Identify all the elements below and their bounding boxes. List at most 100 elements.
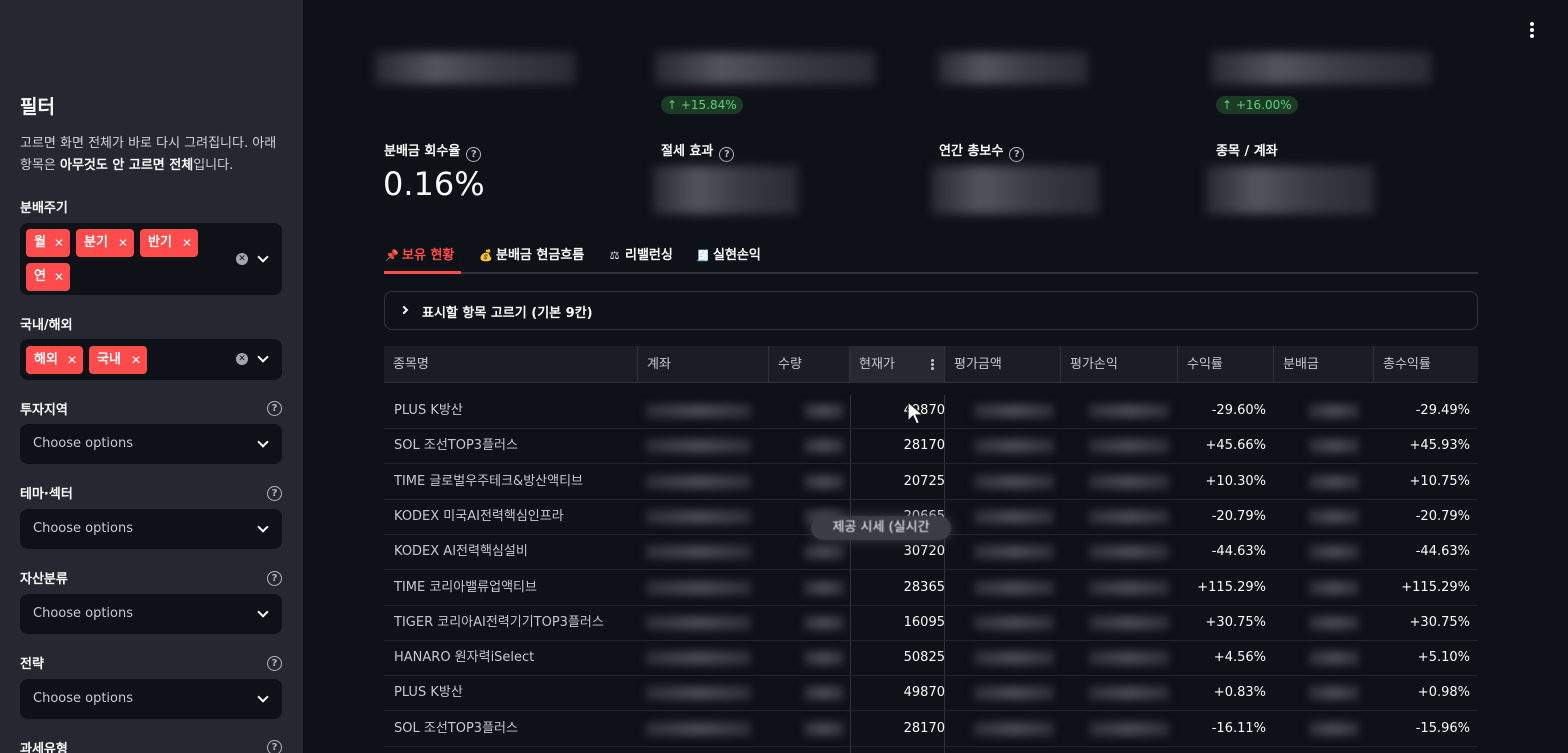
help-icon[interactable]: ? — [267, 401, 282, 416]
tab-holdings[interactable]: 📌 보유 현황 — [385, 244, 454, 263]
help-icon[interactable]: ? — [719, 147, 735, 162]
blurred-cell — [646, 721, 751, 736]
chip-month[interactable]: 월 ✕ — [26, 229, 70, 257]
blurred-cell — [1309, 404, 1359, 418]
chevron-down-icon[interactable] — [257, 351, 269, 363]
blurred-cell — [646, 404, 751, 418]
chevron-down-icon[interactable] — [257, 521, 269, 533]
filter-asset-select[interactable]: Choose options — [20, 594, 282, 634]
table-row[interactable]: TIME 코리아밸류업액티브 28365 +115.29% +115.29% — [384, 570, 1478, 606]
chip-year[interactable]: 연 ✕ — [26, 263, 70, 291]
column-menu-icon[interactable] — [931, 359, 934, 370]
help-icon[interactable]: ? — [267, 571, 282, 586]
cell-yield: -29.60% — [1211, 403, 1266, 418]
blurred-cell — [804, 404, 844, 418]
tab-cashflow[interactable]: 💰 분배금 현금흐름 — [479, 244, 584, 263]
blurred-cell — [804, 721, 844, 736]
chip-overseas[interactable]: 해외 ✕ — [26, 346, 83, 374]
table-row[interactable]: TIGER 코리아AI전력기기TOP3플러스 16095 +30.75% +30.75… — [384, 605, 1478, 641]
table-row[interactable]: SOL 조선TOP3플러스 28170 -16.11% -15.96% — [384, 711, 1478, 747]
expander-label: 표시할 항목 고르기 (기본 9칸) — [422, 306, 593, 321]
select-placeholder: Choose options — [33, 436, 134, 451]
cell-yield: +30.75% — [1205, 614, 1266, 630]
tab-active-indicator — [384, 271, 461, 274]
chip-remove-icon[interactable]: ✕ — [131, 346, 141, 374]
blurred-cell — [646, 615, 751, 630]
chevron-down-icon[interactable] — [257, 436, 269, 448]
col-header-price[interactable]: 현재가 — [850, 346, 945, 383]
col-header-dividend[interactable]: 분배금 — [1274, 346, 1374, 383]
help-icon[interactable]: ? — [1009, 147, 1025, 162]
help-icon[interactable]: ? — [267, 740, 282, 753]
metric-count-label: 종목 / 계좌 — [1216, 144, 1278, 159]
filter-period-label: 분배주기 — [20, 201, 68, 216]
blurred-cell — [974, 474, 1054, 489]
table-row[interactable]: SOL 조선TOP3플러스 28170 +45.66% +45.93% — [384, 428, 1478, 465]
blurred-cell — [1089, 686, 1169, 701]
blurred-cell — [1309, 439, 1359, 454]
clear-icon[interactable]: ✕ — [236, 353, 248, 365]
col-header-qty[interactable]: 수량 — [769, 346, 850, 383]
cell-yield: -20.79% — [1211, 508, 1266, 524]
filter-region-select[interactable]: 해외 ✕ 국내 ✕ ✕ — [20, 339, 282, 380]
table-header: 종목명 계좌 수량 현재가 평가금액 평가손익 수익률 분배금 총수익률 — [384, 346, 1478, 383]
chip-half[interactable]: 반기 ✕ — [140, 229, 198, 257]
col-header-yield[interactable]: 수익률 — [1178, 346, 1274, 383]
filter-period-select[interactable]: 월 ✕ 분기 ✕ 반기 ✕ 연 ✕ ✕ — [20, 223, 282, 295]
chevron-down-icon[interactable] — [257, 691, 269, 703]
col-header-name[interactable]: 종목명 — [384, 346, 638, 383]
cell-total: -20.79% — [1415, 508, 1470, 524]
col-header-total[interactable]: 총수익률 — [1374, 346, 1478, 383]
filter-strategy-label: 전략 — [20, 657, 44, 672]
chip-remove-icon[interactable]: ✕ — [67, 346, 77, 374]
cell-price: 49870 — [903, 403, 945, 418]
chip-quarter[interactable]: 분기 ✕ — [76, 229, 134, 257]
chip-remove-icon[interactable]: ✕ — [182, 229, 192, 257]
cell-price: 20725 — [903, 473, 945, 489]
chip-remove-icon[interactable]: ✕ — [118, 229, 128, 257]
col-header-account[interactable]: 계좌 — [638, 346, 769, 383]
table-row[interactable]: PLUS K방산 49870 +0.83% +0.98% — [384, 675, 1478, 712]
help-icon[interactable]: ? — [267, 656, 282, 671]
table-row[interactable]: HANARO 원자력iSelect 50825 +4.56% +5.10% — [384, 640, 1478, 677]
blurred-cell — [646, 580, 751, 595]
cell-yield: +115.29% — [1197, 579, 1266, 595]
blurred-cell — [804, 580, 844, 595]
chip-remove-icon[interactable]: ✕ — [54, 229, 64, 257]
blurred-cell — [974, 545, 1054, 560]
table-row[interactable]: PLUS K방산 49870 -29.60% -29.49% — [384, 393, 1478, 429]
cell-total: +115.29% — [1401, 579, 1470, 595]
cell-price: 16095 — [903, 614, 945, 630]
filter-invest-region-select[interactable]: Choose options — [20, 424, 282, 464]
cell-name: PLUS K방산 — [394, 685, 463, 701]
help-icon[interactable]: ? — [267, 486, 282, 501]
tab-realized-pnl[interactable]: 🧾 실현손익 — [696, 244, 761, 263]
tab-rebalancing[interactable]: ⚖ 리밸런싱 — [608, 244, 673, 263]
chip-remove-icon[interactable]: ✕ — [54, 263, 64, 291]
clear-icon[interactable]: ✕ — [236, 253, 248, 265]
scale-icon: ⚖ — [609, 249, 620, 262]
help-icon[interactable]: ? — [466, 147, 482, 162]
filter-theme-select[interactable]: Choose options — [20, 509, 282, 549]
filter-strategy-select[interactable]: Choose options — [20, 679, 282, 719]
cell-yield: -44.63% — [1211, 544, 1266, 560]
blurred-cell — [974, 580, 1054, 595]
blurred-metric — [1211, 52, 1431, 84]
col-header-value[interactable]: 평가금액 — [945, 346, 1061, 383]
main-menu-icon[interactable] — [1527, 22, 1537, 40]
cell-price: 28170 — [903, 720, 945, 736]
select-placeholder: Choose options — [33, 606, 134, 621]
chip-domestic[interactable]: 국내 ✕ — [89, 346, 147, 374]
main-content: ↑ +15.84% ↑ +16.00% 분배금 회수율? 0.16% 절세 효과… — [303, 0, 1568, 753]
chevron-down-icon[interactable] — [257, 606, 269, 618]
sidebar: 필터 고르면 화면 전체가 바로 다시 그려집니다. 아래 항목은 아무것도 안… — [0, 0, 303, 753]
metric-delta: ↑ +15.84% — [661, 96, 743, 114]
blurred-cell — [646, 651, 751, 666]
table-row[interactable]: TIME 글로벌우주테크&방산액티브 20725 +10.30% +10.75% — [384, 464, 1478, 500]
col-header-pnl[interactable]: 평가손익 — [1061, 346, 1178, 383]
cell-total: -15.96% — [1415, 720, 1470, 736]
cell-total: +10.75% — [1409, 473, 1470, 489]
holdings-table[interactable]: 종목명 계좌 수량 현재가 평가금액 평가손익 수익률 분배금 총수익률 PLU… — [384, 346, 1478, 753]
column-picker-expander[interactable]: 표시할 항목 고르기 (기본 9칸) — [384, 291, 1478, 330]
chevron-down-icon[interactable] — [257, 251, 269, 263]
